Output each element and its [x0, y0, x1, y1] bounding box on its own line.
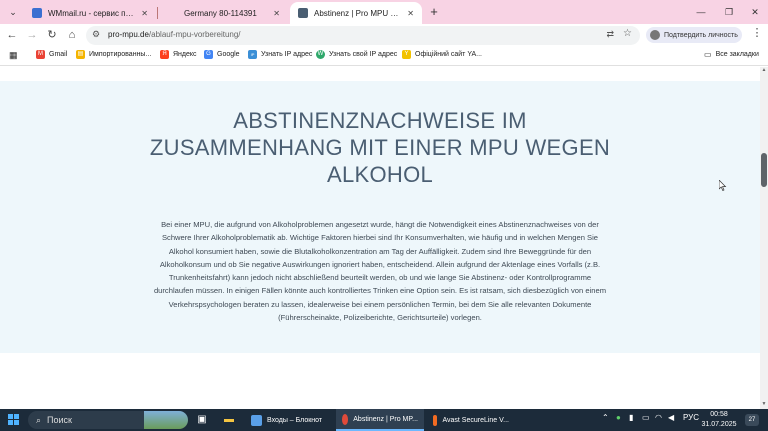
ip-icon: IP — [248, 50, 257, 59]
chrome-icon — [342, 413, 349, 425]
bookmarks-bar: ▦ M Gmail ▤ Импортированны... Я Яндекс G… — [0, 46, 768, 66]
profile-verify-label: Подтвердить личность — [664, 31, 738, 39]
y-icon: Y — [402, 50, 411, 59]
page-viewport: ABSTINENZNACHWEISE IM ZUSAMMENHANG MIT E… — [0, 67, 760, 409]
window-close-icon[interactable]: ✕ — [742, 3, 768, 21]
bookmark-label: Узнать IP адрес — [261, 51, 313, 58]
content-section: ABSTINENZNACHWEISE IM ZUSAMMENHANG MIT E… — [0, 81, 760, 353]
notepad-icon — [251, 414, 262, 426]
new-tab-plus-icon[interactable]: + — [425, 3, 443, 21]
windows-taskbar: ⌕ Поиск ▣ ▬ Входы – Блокнот Abstinenz | … — [0, 409, 768, 431]
windows-start-icon[interactable] — [8, 414, 20, 426]
reload-icon[interactable]: ↻ — [43, 26, 61, 44]
site-info-icon[interactable]: ⚙ — [92, 29, 100, 40]
bookmark-label: Офіційний сайт YA... — [415, 51, 482, 58]
folder-icon: ▤ — [76, 50, 85, 59]
taskbar-app-notepad[interactable]: Входы – Блокнот — [245, 409, 333, 431]
bookmark-label: Импортированны... — [89, 51, 152, 58]
scroll-thumb[interactable] — [761, 153, 767, 187]
pro-mpu-favicon-icon — [298, 8, 308, 18]
bookmark-yandex[interactable]: Я Яндекс — [160, 50, 197, 59]
tray-battery-icon[interactable]: ▮ — [629, 413, 633, 422]
bookmark-label: Google — [217, 51, 240, 58]
address-url: pro-mpu.de/ablauf-mpu-vorbereitung/ — [108, 30, 241, 39]
browser-menu-icon[interactable]: ⋮ — [750, 26, 764, 44]
avatar — [650, 30, 660, 40]
bookmark-google[interactable]: G Google — [204, 50, 240, 59]
url-domain: pro-mpu.de — [108, 30, 149, 39]
clock-time: 00:58 — [710, 411, 728, 418]
bookmark-my-ip[interactable]: W Узнать свой IP адрес — [316, 50, 397, 59]
bookmark-label: Gmail — [49, 51, 68, 58]
folder-icon: ▭ — [704, 50, 712, 59]
tab-germany[interactable]: Germany 80-114391 ✕ — [160, 2, 288, 24]
taskbar-app-label: Входы – Блокнот — [267, 416, 323, 424]
tray-chevron-up-icon[interactable]: ⌃ — [602, 413, 609, 422]
minimize-icon[interactable]: — — [688, 3, 714, 21]
tab-title: Abstinenz | Pro MPU Dresden — [314, 8, 401, 18]
yandex-icon: Я — [160, 50, 169, 59]
tab-wmmail[interactable]: WMmail.ru - сервис почтовых ✕ — [24, 2, 156, 24]
tray-wifi-icon[interactable]: ◠ — [655, 413, 662, 422]
taskbar-app-label: Avast SecureLine V... — [442, 416, 509, 424]
bookmark-label: Узнать свой IP адрес — [329, 51, 398, 58]
taskbar-app-chrome[interactable]: Abstinenz | Pro MP... — [336, 409, 424, 431]
taskbar-search-input[interactable]: ⌕ Поиск — [28, 411, 188, 429]
taskbar-search-placeholder: Поиск — [47, 415, 72, 425]
taskbar-clock[interactable]: 00:58 31.07.2025 — [700, 410, 738, 430]
tab-strip: ⌄ WMmail.ru - сервис почтовых ✕ Germany … — [0, 0, 768, 24]
close-icon[interactable]: ✕ — [141, 9, 148, 18]
gmail-icon: M — [36, 50, 45, 59]
bookmark-ip-address[interactable]: IP Узнать IP адрес — [248, 50, 312, 59]
wmmail-favicon-icon — [32, 8, 42, 18]
close-icon[interactable]: ✕ — [273, 9, 280, 18]
taskbar-app-avast[interactable]: Avast SecureLine V... — [427, 409, 515, 431]
search-icon: ⌕ — [36, 414, 42, 425]
tray-volume-icon[interactable]: ◀ — [668, 413, 674, 422]
bookmark-label: Яндекс — [173, 51, 197, 58]
page-scrollbar[interactable]: ▲ ▼ — [760, 67, 768, 409]
notification-badge[interactable]: 27 — [745, 414, 759, 426]
all-bookmarks-label: Все закладки — [715, 51, 759, 58]
bookmark-imported[interactable]: ▤ Импортированны... — [76, 50, 151, 59]
url-path: /ablauf-mpu-vorbereitung/ — [148, 30, 241, 39]
all-bookmarks[interactable]: ▭ Все закладки — [704, 50, 759, 59]
scroll-up-arrow-icon[interactable]: ▲ — [760, 67, 768, 75]
browser-toolbar: ← → ↻ ⌂ ⚙ pro-mpu.de/ablauf-mpu-vorberei… — [0, 24, 768, 46]
task-view-icon[interactable]: ▣ — [194, 412, 210, 428]
restore-icon[interactable]: ❐ — [716, 3, 742, 21]
bookmark-official-site[interactable]: Y Офіційний сайт YA... — [402, 50, 482, 59]
bookmark-gmail[interactable]: M Gmail — [36, 50, 67, 59]
page-heading: ABSTINENZNACHWEISE IM ZUSAMMENHANG MIT E… — [149, 108, 611, 187]
translate-icon[interactable]: ⇄ — [606, 29, 614, 40]
tab-search-chevron-icon[interactable]: ⌄ — [4, 3, 22, 21]
back-arrow-icon[interactable]: ← — [3, 26, 21, 44]
avast-icon — [433, 414, 438, 426]
w-icon: W — [316, 50, 325, 59]
tab-abstinenz[interactable]: Abstinenz | Pro MPU Dresden ✕ — [290, 2, 422, 24]
apps-grid-icon[interactable]: ▦ — [9, 50, 18, 61]
tab-title: Germany 80-114391 — [184, 8, 257, 18]
search-highlight-image — [144, 411, 188, 429]
tab-title: WMmail.ru - сервис почтовых — [48, 8, 135, 18]
bookmark-star-icon[interactable]: ☆ — [623, 28, 632, 39]
germany-favicon-icon — [168, 8, 178, 18]
profile-verify-button[interactable]: Подтвердить личность — [646, 27, 742, 43]
address-bar[interactable]: ⚙ pro-mpu.de/ablauf-mpu-vorbereitung/ ⇄ … — [86, 26, 640, 45]
scroll-down-arrow-icon[interactable]: ▼ — [760, 401, 768, 409]
forward-arrow-icon[interactable]: → — [23, 26, 41, 44]
taskbar-app-label: Abstinenz | Pro MP... — [353, 415, 418, 423]
tray-network-icon[interactable]: ▭ — [642, 413, 650, 422]
file-explorer-icon[interactable]: ▬ — [221, 412, 237, 428]
clock-date: 31.07.2025 — [701, 421, 737, 428]
tray-shield-icon[interactable]: ● — [616, 413, 621, 422]
mouse-cursor-icon — [719, 180, 727, 191]
home-icon[interactable]: ⌂ — [63, 26, 81, 44]
close-icon[interactable]: ✕ — [407, 9, 414, 18]
page-paragraph: Bei einer MPU, die aufgrund von Alkoholp… — [153, 220, 607, 323]
tab-separator — [157, 7, 158, 19]
google-icon: G — [204, 50, 213, 59]
tray-language[interactable]: РУС — [683, 413, 699, 422]
